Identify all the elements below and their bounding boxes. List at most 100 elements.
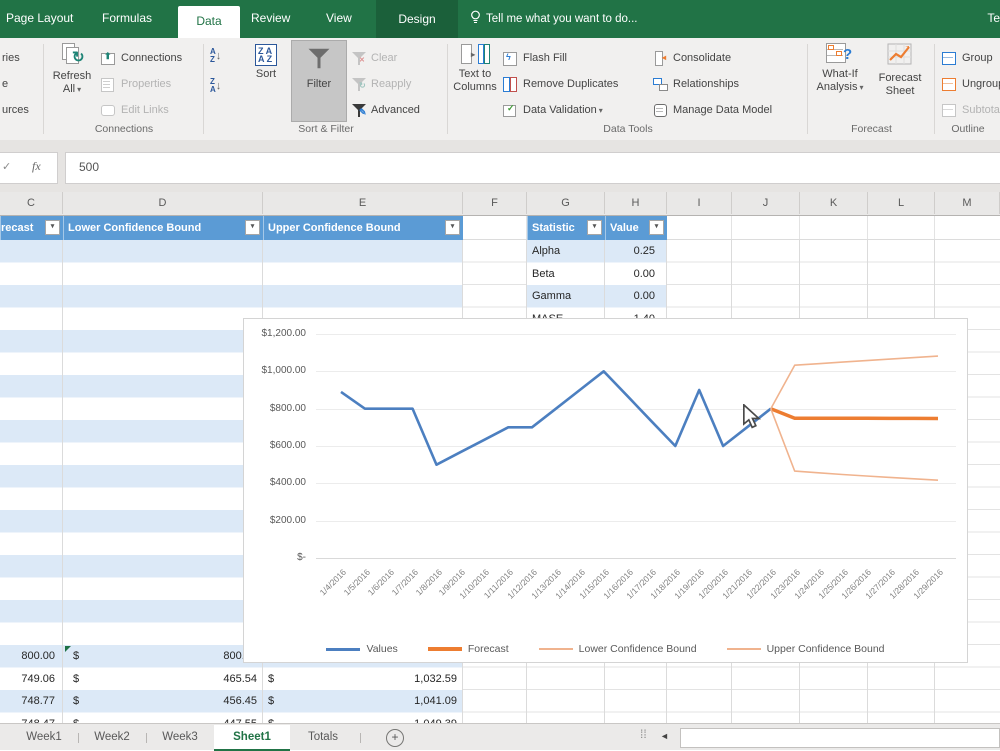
stat-value-cell[interactable]: 0.00 [605,263,661,285]
cell-forecast-value[interactable]: 748.47 [0,713,55,724]
text-to-columns-icon: ▸ [461,42,490,68]
stat-value-cell[interactable]: 0.00 [605,285,661,307]
cell-upper-bound-value[interactable]: 1,032.59 [355,668,457,690]
cropped-button-sources[interactable]: urces [2,98,29,122]
tab-review[interactable]: Review [251,11,290,25]
ungroup-button[interactable]: Ungroup [942,72,1000,96]
forecast-sheet-icon [887,42,913,72]
legend-item[interactable]: Values [326,643,398,655]
fx-icon[interactable]: fx [32,159,41,174]
edit-links-button[interactable]: Edit Links [101,98,169,122]
cell-currency-symbol[interactable]: $ [268,713,280,724]
sheet-tab-week3[interactable]: Week3 [146,725,214,751]
column-header[interactable]: E [263,192,463,214]
mouse-cursor [743,404,761,429]
cell-upper-bound-value[interactable]: 1,041.09 [355,690,457,712]
filter-dropdown-icon[interactable]: ▾ [45,220,60,235]
consolidate-button[interactable]: ◂ Consolidate [653,46,731,70]
table-header-value[interactable]: Value ▾ [605,215,667,240]
column-header[interactable]: D [63,192,263,214]
relationships-button[interactable]: Relationships [653,72,739,96]
horizontal-scrollbar[interactable] [680,728,1000,748]
cell-currency-symbol[interactable]: $ [268,668,280,690]
cell-currency-symbol[interactable]: $ [73,668,85,690]
sort-za-button[interactable]: ZA ↓ [210,74,221,98]
properties-button[interactable]: Properties [101,72,171,96]
manage-data-model-button[interactable]: Manage Data Model [653,98,772,122]
column-header[interactable]: K [800,192,868,214]
filter-button-active[interactable]: Filter [291,40,347,122]
cell-lower-bound-value[interactable]: 465.54 [160,668,257,690]
connections-button[interactable]: ⬆ Connections [101,46,182,70]
reapply-filter-button[interactable]: ↻ Reapply [351,72,411,96]
stat-name-cell[interactable]: Alpha [532,240,602,262]
column-header[interactable]: M [935,192,1000,214]
refresh-all-icon: ↻ [59,42,85,70]
cell-lower-bound-value[interactable]: 447.55 [160,713,257,724]
what-if-analysis-button[interactable]: ? What-If Analysis ▾ [813,42,867,94]
refresh-all-button[interactable]: ↻ Refresh All ▾ [47,42,97,96]
forecast-chart[interactable]: $1,200.00 $1,000.00 $800.00 $600.00 $400.00 $… [243,318,968,663]
table-header-upper-bound[interactable]: Upper Confidence Bound ▾ [263,215,463,240]
data-validation-button[interactable]: ✓ Data Validation ▾ [503,98,603,122]
cell-lower-bound-value[interactable]: 456.45 [160,690,257,712]
text-to-columns-button[interactable]: ▸ Text to Columns [451,42,499,94]
tab-design-contextual[interactable]: Design [376,0,458,38]
stat-name-cell[interactable]: Beta [532,263,602,285]
tab-page-layout[interactable]: Page Layout [6,11,73,25]
sort-button[interactable]: Z A A Z Sort [245,42,287,81]
sheet-tab-week2[interactable]: Week2 [78,725,146,751]
column-header[interactable]: F [463,192,527,214]
account-name-partial[interactable]: Te [987,11,1000,25]
cell-forecast-value[interactable]: 748.77 [0,690,55,712]
remove-duplicates-button[interactable]: Remove Duplicates [503,72,618,96]
sort-az-button[interactable]: AZ ↓ [210,44,221,68]
legend-item[interactable]: Lower Confidence Bound [538,643,697,655]
cell-currency-symbol[interactable]: $ [73,713,85,724]
forecast-sheet-button[interactable]: Forecast Sheet [871,42,929,98]
filter-dropdown-icon[interactable]: ▾ [445,220,460,235]
sheet-tab-sheet1[interactable]: Sheet1 [214,725,290,751]
column-header[interactable]: C [0,192,63,214]
cell-forecast-value[interactable]: 800.00 [0,645,55,667]
legend-item[interactable]: Upper Confidence Bound [726,643,885,655]
stat-name-cell[interactable]: Gamma [532,285,602,307]
cell-forecast-value[interactable]: 749.06 [0,668,55,690]
tell-me-box[interactable]: Tell me what you want to do... [470,10,638,25]
cell-currency-symbol[interactable]: $ [73,690,85,712]
stat-value-cell[interactable]: 0.25 [605,240,661,262]
cell-currency-symbol[interactable]: $ [73,645,85,667]
scroll-left-icon[interactable]: ◄ [660,731,669,741]
column-header[interactable]: I [667,192,732,214]
column-header[interactable]: H [605,192,667,214]
tab-formulas[interactable]: Formulas [102,11,152,25]
cropped-button-queries[interactable]: ries [2,46,20,70]
clear-filter-button[interactable]: ✕ Clear [351,46,397,70]
sheet-tab-week1[interactable]: Week1 [10,725,78,751]
legend-item[interactable]: Forecast [427,643,509,655]
column-header[interactable]: L [868,192,935,214]
filter-dropdown-icon[interactable]: ▾ [649,220,664,235]
column-header[interactable]: J [732,192,800,214]
tab-splitter-icon[interactable]: ⁞⁞ [640,727,647,741]
tab-data-active[interactable]: Data [178,6,240,38]
table-header-lower-bound[interactable]: Lower Confidence Bound ▾ [63,215,263,240]
flash-fill-button[interactable]: ϟ Flash Fill [503,46,567,70]
subtotal-icon [942,103,958,117]
formula-input[interactable]: 500 [65,152,1000,184]
table-header-statistic[interactable]: Statistic ▾ [527,215,605,240]
table-header-forecast[interactable]: recast ▾ [0,215,63,240]
tab-view[interactable]: View [326,11,352,25]
filter-dropdown-icon[interactable]: ▾ [587,220,602,235]
subtotal-button[interactable]: Subtotal [942,98,1000,122]
cell-upper-bound-value[interactable]: 1,049.39 [355,713,457,724]
enter-check-icon[interactable]: ✓ [2,160,11,173]
cropped-button-table[interactable]: e [2,72,8,96]
filter-dropdown-icon[interactable]: ▾ [245,220,260,235]
sheet-tab-totals[interactable]: Totals [290,725,356,751]
add-sheet-button[interactable]: + [386,729,404,747]
cell-currency-symbol[interactable]: $ [268,690,280,712]
advanced-filter-button[interactable]: ✎ Advanced [351,98,420,122]
group-button[interactable]: Group [942,46,993,70]
column-header[interactable]: G [527,192,605,214]
